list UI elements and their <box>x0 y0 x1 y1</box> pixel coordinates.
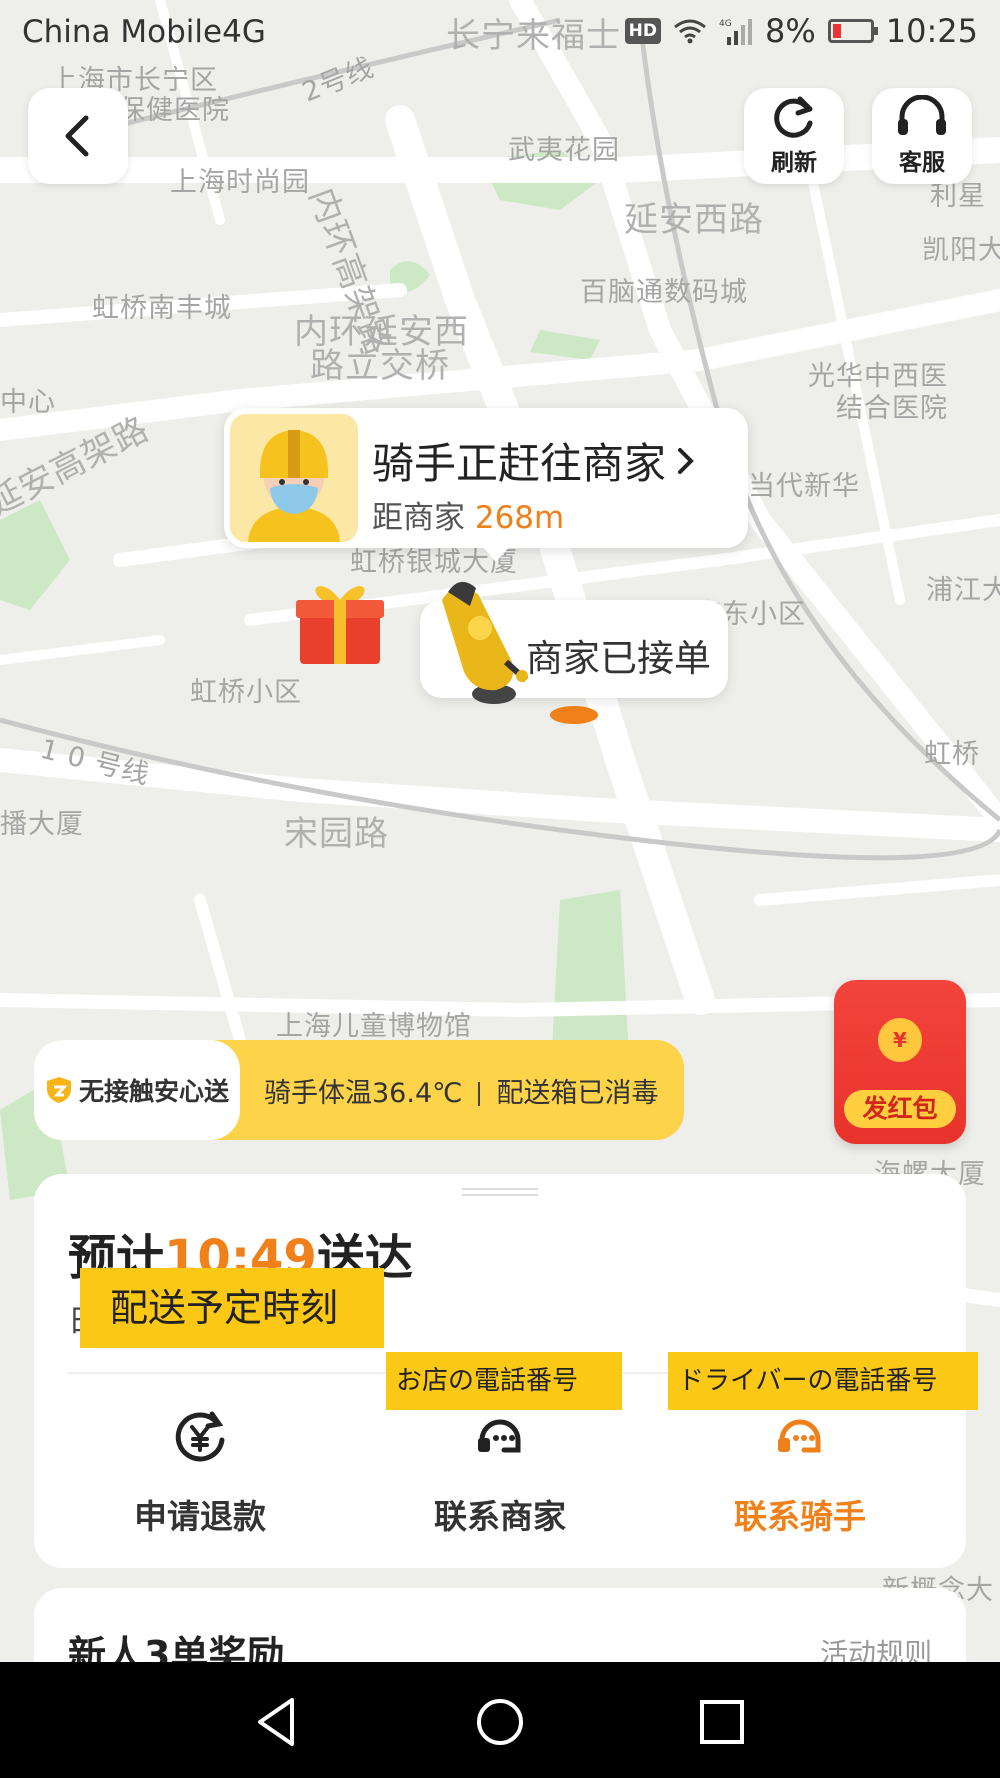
carrier-name: China Mobile4G <box>22 14 266 50</box>
shop-chat-icon <box>478 1419 521 1453</box>
map-label: 武夷花园 <box>508 135 620 166</box>
refund-label: 申请退款 <box>134 1497 266 1536</box>
service-label: 客服 <box>899 150 945 176</box>
map-label: 中心 <box>0 387 56 418</box>
map-label: 上海时尚园 <box>170 167 310 198</box>
map-label: 百脑通数码城 <box>580 277 748 308</box>
nav-recent-apps-icon[interactable] <box>692 1692 752 1752</box>
wifi-icon <box>674 19 706 44</box>
contactless-badge-text: 无接触安心送 <box>78 1077 229 1106</box>
rider-status-text: 骑手正赶往商家 <box>372 439 667 488</box>
contact-merchant-label: 联系商家 <box>434 1497 566 1536</box>
map-label: 虹桥南丰城 <box>92 293 232 324</box>
shield-icon <box>46 1077 71 1103</box>
signal-icon: 4G <box>719 19 753 45</box>
clock: 10:25 <box>885 12 978 50</box>
annotation-shop-phone: お店の電話番号 <box>386 1352 622 1410</box>
map-label: 凯阳大 <box>922 235 1000 266</box>
rider-avatar <box>230 414 358 542</box>
nav-back-icon[interactable] <box>248 1692 308 1752</box>
distance-prefix: 距商家 <box>372 500 465 536</box>
contactless-badge: 无接触安心送 <box>34 1040 240 1140</box>
rider-distance: 距商家 268m <box>372 492 564 537</box>
red-envelope-button[interactable]: ¥ 发红包 <box>834 980 966 1144</box>
map-label: 播大厦 <box>0 809 84 840</box>
map-label: 结合医院 <box>836 393 948 424</box>
map-label: 浦江大 <box>926 575 1000 606</box>
contactless-banner[interactable]: 无接触安心送 骑手体温36.4℃ 配送箱已消毒 <box>34 1040 684 1140</box>
refresh-button[interactable]: 刷新 <box>744 88 844 184</box>
map-label: 虹桥 <box>924 739 980 770</box>
rider-chat-icon <box>778 1419 821 1453</box>
separator <box>478 1082 481 1106</box>
rider-temperature: 骑手体温36.4℃ <box>264 1077 463 1109</box>
merchant-status-text: 商家已接单 <box>526 637 711 680</box>
map-label: 延安西路 <box>624 200 764 240</box>
map-label: 宋园路 <box>284 814 389 854</box>
network-type: 4G <box>719 19 732 29</box>
yuan-coin-icon: ¥ <box>878 1018 922 1062</box>
map-label: 当代新华 <box>748 471 860 502</box>
annotation-driver-phone: ドライバーの電話番号 <box>668 1352 978 1410</box>
destination-marker <box>550 706 598 724</box>
refresh-label: 刷新 <box>771 150 817 176</box>
headset-icon <box>898 95 946 135</box>
battery-icon <box>827 19 878 43</box>
back-button[interactable] <box>28 88 128 184</box>
rider-status-card[interactable]: 骑手正赶往商家 距商家 268m <box>224 408 748 562</box>
refund-button[interactable]: 申请退款 <box>100 1410 300 1538</box>
map-label: 上海儿童博物馆 <box>276 1011 472 1042</box>
customer-service-button[interactable]: 客服 <box>872 88 972 184</box>
status-bar: China Mobile4G HD 4G 8% 10:25 <box>0 0 1000 66</box>
hd-badge: HD <box>624 18 662 44</box>
system-nav-bar <box>0 1662 1000 1778</box>
red-envelope-label: 发红包 <box>844 1090 956 1128</box>
drag-handle[interactable] <box>462 1188 538 1196</box>
annotation-delivery-time: 配送予定時刻 <box>80 1268 384 1348</box>
nav-home-icon[interactable] <box>470 1692 530 1752</box>
refund-yen-icon <box>175 1411 225 1462</box>
contact-merchant-button[interactable]: 联系商家 <box>400 1410 600 1538</box>
battery-percent: 8% <box>765 12 816 50</box>
rider-avatar-icon <box>230 414 358 542</box>
rider-status-title: 骑手正赶往商家 <box>372 430 696 491</box>
chevron-right-icon <box>678 447 694 474</box>
box-disinfected: 配送箱已消毒 <box>496 1077 659 1109</box>
map-label: 虹桥小区 <box>190 677 302 708</box>
map-label: 路立交桥 <box>310 346 450 386</box>
contact-rider-button[interactable]: 联系骑手 <box>700 1410 900 1538</box>
scooter-icon <box>442 581 529 704</box>
gift-box-icon[interactable] <box>292 574 388 670</box>
contact-rider-label: 联系骑手 <box>734 1497 866 1536</box>
chevron-left-icon <box>65 115 89 157</box>
refresh-icon <box>774 96 813 138</box>
safety-info: 骑手体温36.4℃ 配送箱已消毒 <box>264 1071 658 1110</box>
distance-value: 268m <box>474 500 565 536</box>
